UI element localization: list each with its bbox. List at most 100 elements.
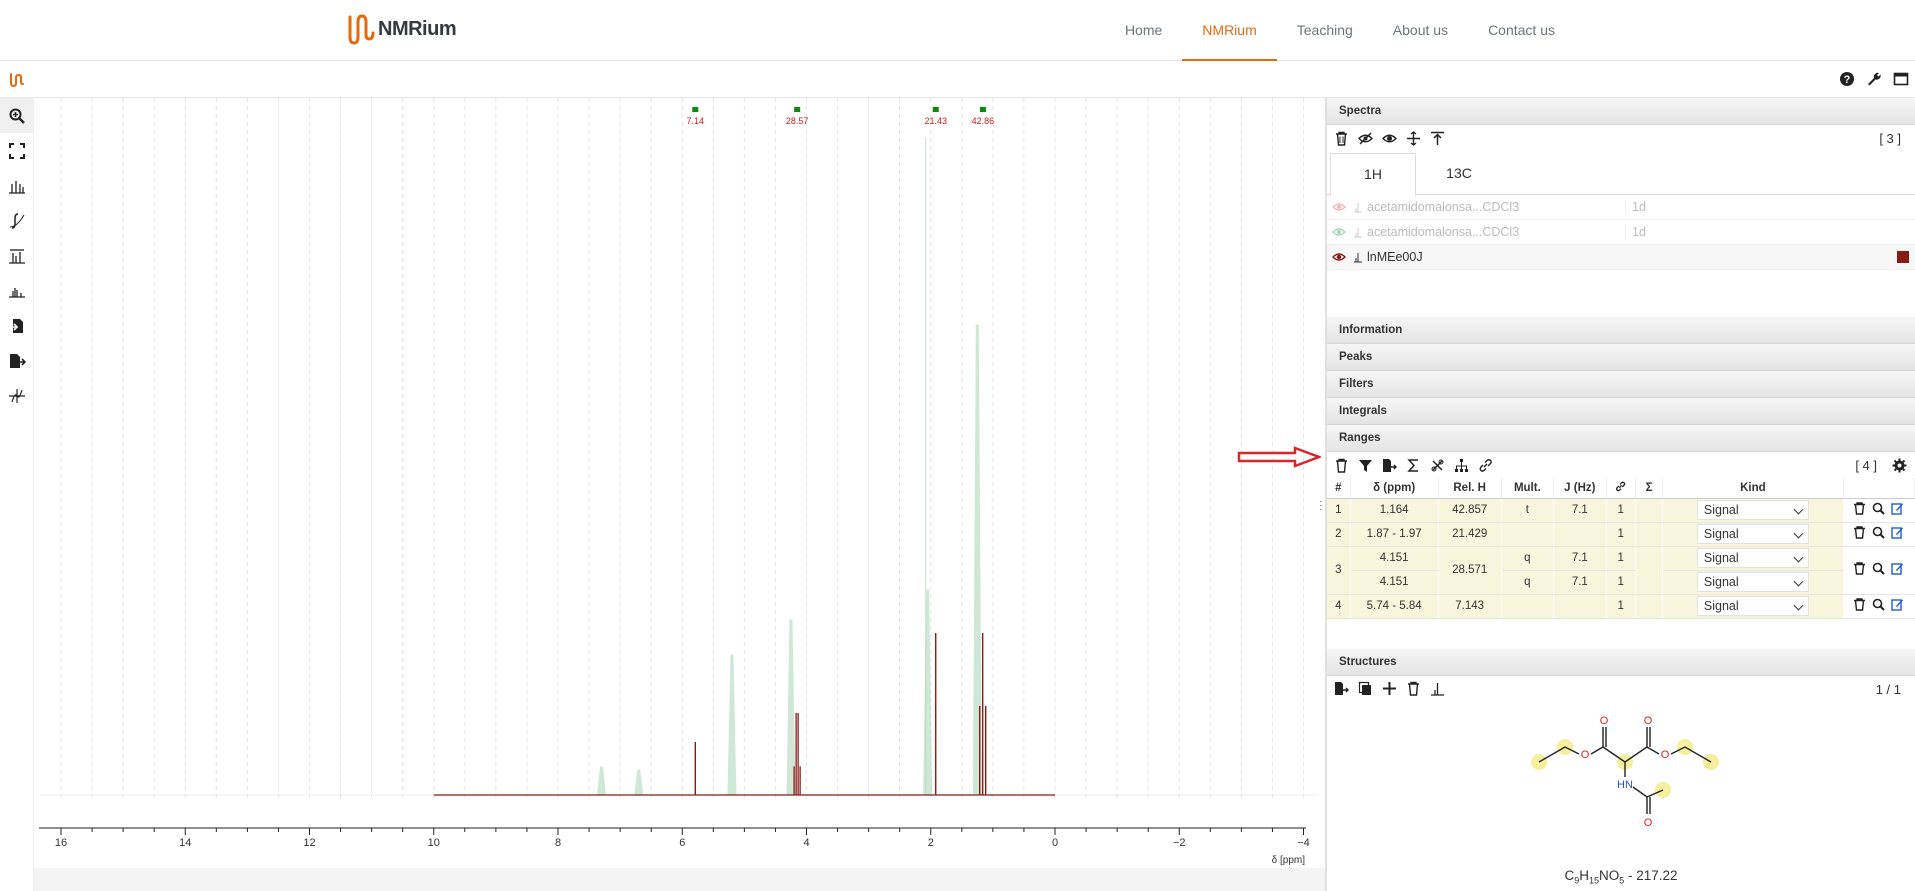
spectrum-row[interactable]: acetamidomalonsa...CDCl3 1d — [1327, 195, 1915, 220]
visibility-eye-icon[interactable] — [1331, 201, 1347, 213]
spectra-section-header[interactable]: Spectra — [1327, 98, 1915, 125]
reference-spectra-series — [596, 138, 982, 796]
unlink-icon[interactable] — [1430, 458, 1445, 473]
tool-full-view[interactable] — [0, 133, 34, 168]
link-icon[interactable] — [1478, 458, 1493, 473]
range-relh[interactable]: 21.429 — [1438, 522, 1502, 547]
nav-contact-us[interactable]: Contact us — [1468, 0, 1575, 61]
spectrum-viewer[interactable]: 7.14 28.57 21.43 42.86 16 14 12 10 8 6 4 2 0 −2 −4 δ … — [29, 98, 1325, 868]
spectrum-color-swatch[interactable] — [1897, 251, 1909, 263]
zoom-row-icon[interactable] — [1872, 502, 1886, 515]
range-mult[interactable] — [1501, 522, 1555, 547]
range-relh[interactable]: 7.143 — [1438, 594, 1502, 619]
filters-section-header[interactable]: Filters — [1327, 371, 1915, 398]
range-kind-cell: Signal — [1662, 498, 1844, 523]
range-sigma[interactable] — [1635, 594, 1664, 619]
tool-zoom[interactable] — [0, 98, 34, 133]
move-top-icon[interactable] — [1430, 131, 1445, 146]
structures-section-header[interactable]: Structures — [1327, 648, 1915, 676]
tool-multiplet[interactable] — [0, 273, 34, 308]
table-row[interactable]: 1 1.164 42.857 t 7.1 1 Signal — [1327, 498, 1915, 523]
tool-export[interactable] — [0, 343, 34, 378]
align-spectra-icon[interactable] — [1406, 130, 1421, 146]
table-row[interactable]: 2 1.87 - 1.97 21.429 1 Signal — [1327, 522, 1915, 547]
table-row[interactable]: 3 4.151 28.571 q 7.1 1 Signal — [1327, 546, 1915, 595]
delete-icon[interactable] — [1334, 131, 1349, 146]
show-all-icon[interactable] — [1382, 131, 1397, 146]
sum-icon[interactable] — [1406, 458, 1421, 473]
col-relh[interactable]: Rel. H — [1438, 478, 1502, 499]
integrals-section-header[interactable]: Integrals — [1327, 398, 1915, 425]
help-icon[interactable]: ? — [1839, 71, 1855, 87]
information-section-header[interactable]: Information — [1327, 317, 1915, 344]
edit-row-icon[interactable] — [1891, 526, 1904, 539]
range-sigma[interactable] — [1635, 498, 1664, 523]
reference-peak — [727, 654, 737, 796]
range-sigma[interactable] — [1635, 546, 1664, 595]
visibility-eye-icon[interactable] — [1331, 251, 1347, 263]
tree-icon[interactable] — [1454, 458, 1469, 473]
hide-all-icon[interactable] — [1358, 131, 1373, 146]
edit-row-icon[interactable] — [1891, 562, 1904, 575]
range-relh[interactable]: 28.571 — [1438, 546, 1502, 595]
nav-home[interactable]: Home — [1105, 0, 1182, 61]
range-mult[interactable] — [1501, 594, 1555, 619]
kind-select[interactable]: Signal — [1696, 500, 1809, 520]
tab-13c[interactable]: 13C — [1416, 153, 1502, 197]
nmrium-small-logo-icon[interactable] — [8, 71, 26, 89]
kind-select[interactable]: Signal — [1696, 548, 1809, 568]
visibility-eye-icon[interactable] — [1331, 226, 1347, 238]
nav-teaching[interactable]: Teaching — [1277, 0, 1373, 61]
molecule-structure[interactable]: O O O O HN O — [1327, 702, 1915, 862]
kind-select[interactable]: Signal — [1696, 572, 1809, 592]
delete-row-icon[interactable] — [1853, 598, 1866, 611]
kind-select[interactable]: Signal — [1696, 596, 1809, 616]
tool-peak-picking[interactable] — [0, 168, 34, 203]
tool-phase-correction[interactable] — [0, 378, 34, 413]
settings-gear-icon[interactable] — [1892, 458, 1907, 473]
range-relh[interactable]: 42.857 — [1438, 498, 1502, 523]
zoom-row-icon[interactable] — [1872, 562, 1886, 575]
delete-row-icon[interactable] — [1853, 562, 1866, 575]
delete-row-icon[interactable] — [1853, 526, 1866, 539]
structure-pager[interactable]: 1 / 1 — [1876, 682, 1901, 697]
tool-import[interactable] — [0, 308, 34, 343]
filter-icon[interactable] — [1358, 458, 1373, 473]
delete-ranges-icon[interactable] — [1334, 458, 1349, 473]
range-mult[interactable]: q — [1501, 546, 1555, 571]
export-ranges-icon[interactable] — [1382, 458, 1397, 473]
delete-structure-icon[interactable] — [1406, 681, 1421, 696]
delete-row-icon[interactable] — [1853, 502, 1866, 515]
splitter-handle-icon[interactable]: · · · — [1319, 497, 1322, 515]
spectrum-chart[interactable]: 7.14 28.57 21.43 42.86 16 14 12 10 8 6 4 2 0 −2 −4 δ … — [29, 98, 1325, 868]
predict-spectrum-icon[interactable] — [1430, 681, 1445, 696]
range-mult[interactable]: t — [1501, 498, 1555, 523]
spectrum-row[interactable]: acetamidomalonsa...CDCl3 1d — [1327, 220, 1915, 245]
nmrium-logo[interactable]: NMRium — [347, 12, 457, 46]
range-sigma[interactable] — [1635, 522, 1664, 547]
fullscreen-icon[interactable] — [1893, 71, 1909, 87]
add-icon[interactable] — [1382, 681, 1397, 696]
import-structure-icon[interactable] — [1334, 681, 1349, 696]
kind-select[interactable]: Signal — [1696, 524, 1809, 544]
tool-integral[interactable] — [0, 203, 34, 238]
col-delta[interactable]: δ (ppm) — [1350, 478, 1439, 499]
peaks-section-header[interactable]: Peaks — [1327, 344, 1915, 371]
spectrum-row-selected[interactable]: lnMEe00J — [1327, 245, 1915, 270]
table-row[interactable]: 4 5.74 - 5.84 7.143 1 Signal — [1327, 594, 1915, 619]
molecule-viewer[interactable]: O O O O HN O C9H15NO5 - 217.22 — [1327, 702, 1915, 887]
tab-1h[interactable]: 1H — [1330, 153, 1416, 197]
zoom-row-icon[interactable] — [1872, 598, 1886, 611]
tool-range-picking[interactable] — [0, 238, 34, 273]
nav-about-us[interactable]: About us — [1373, 0, 1468, 61]
zoom-row-icon[interactable] — [1872, 526, 1886, 539]
brand-name: NMRium — [378, 17, 457, 40]
table-row[interactable]: 4.151 q 7.1 1 Signal — [1327, 570, 1915, 595]
range-mult[interactable]: q — [1501, 570, 1555, 595]
edit-row-icon[interactable] — [1891, 598, 1904, 611]
wrench-icon[interactable] — [1866, 71, 1882, 87]
nav-nmrium[interactable]: NMRium — [1182, 0, 1277, 61]
ranges-section-header[interactable]: Ranges — [1327, 425, 1915, 452]
edit-row-icon[interactable] — [1891, 502, 1904, 515]
copy-icon[interactable] — [1358, 681, 1373, 696]
